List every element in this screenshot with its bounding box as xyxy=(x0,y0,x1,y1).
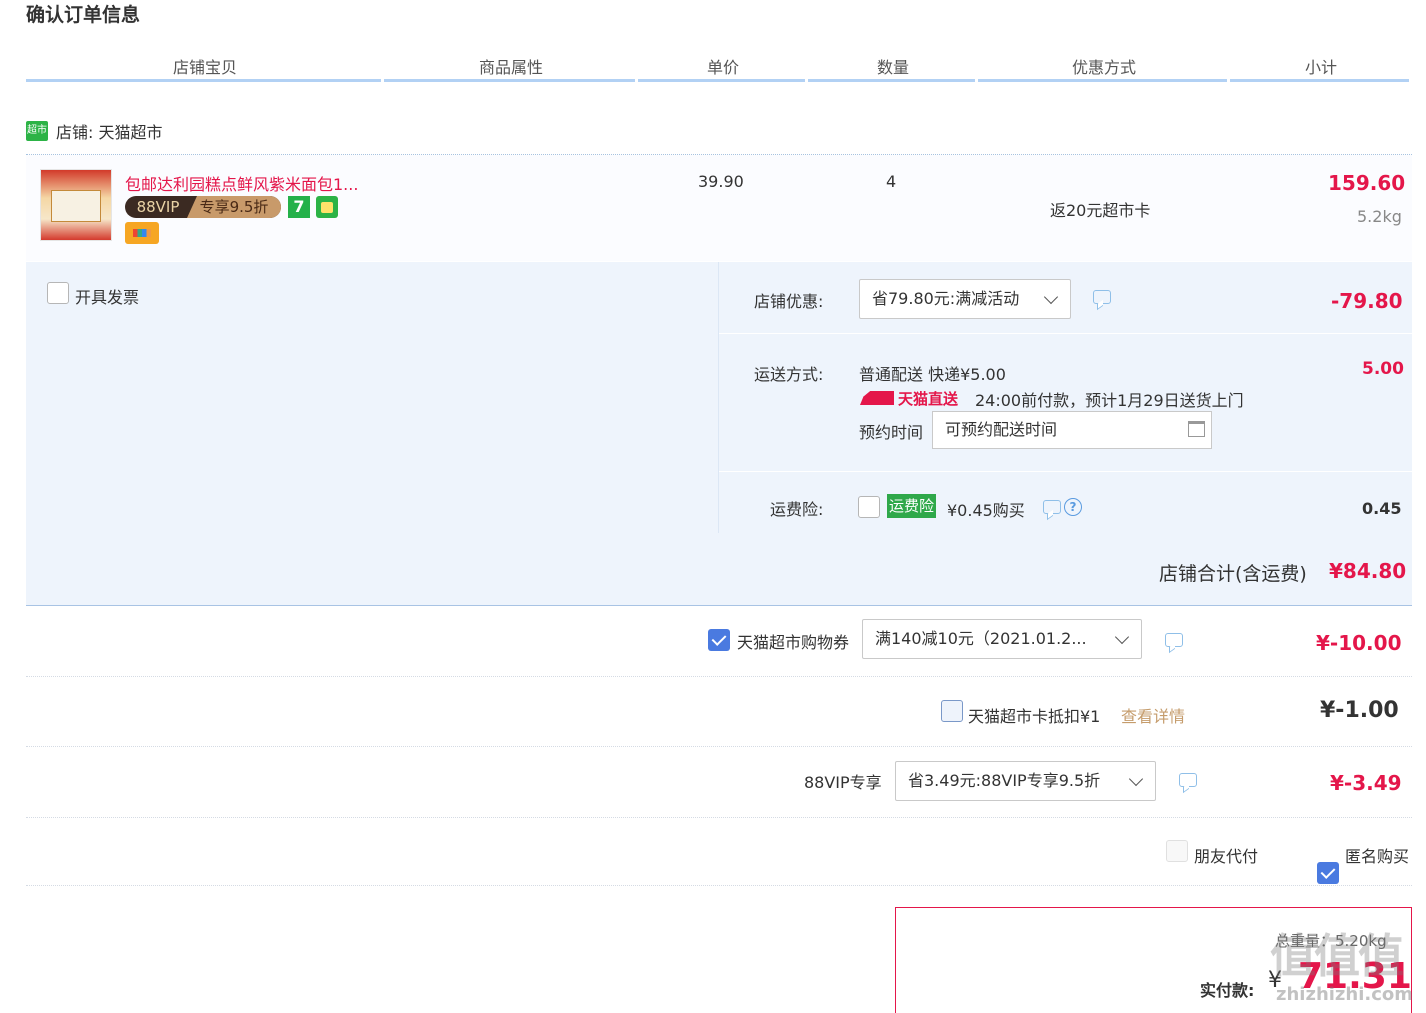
help-icon[interactable]: ? xyxy=(1064,498,1082,516)
watermark: 值值值 xyxy=(1270,929,1404,983)
shop-total-amount: ¥84.80 xyxy=(1329,559,1407,583)
column-header-discount: 优惠方式 xyxy=(978,54,1230,82)
seven-day-return-icon: 7 xyxy=(288,196,310,218)
shipping-insurance-amount: 0.45 xyxy=(1362,499,1402,518)
shipping-method: 普通配送 快递¥5.00 xyxy=(859,365,1006,384)
market-card-checkbox[interactable] xyxy=(941,700,963,722)
divider xyxy=(26,676,1412,677)
shipping-insurance-checkbox[interactable] xyxy=(858,496,880,518)
shop-header: 超市 店铺: 天猫超市 xyxy=(26,118,162,144)
vip-discount-select[interactable]: 省3.49元:88VIP专享9.5折 xyxy=(895,761,1156,801)
delivery-truck-icon xyxy=(860,391,894,405)
item-title-link[interactable]: 包邮达利园糕点鲜风紫米面包1... xyxy=(125,171,358,195)
message-icon[interactable] xyxy=(1093,290,1111,304)
coupon-amount: ¥-10.00 xyxy=(1316,631,1402,655)
card-payment-icon xyxy=(125,222,159,244)
friend-pay-label: 朋友代付 xyxy=(1194,847,1259,866)
invoice-checkbox[interactable] xyxy=(47,282,69,304)
divider xyxy=(26,885,1412,886)
anonymous-purchase-label: 匿名购买 xyxy=(1345,847,1410,866)
store-discount-label: 店铺优惠: xyxy=(754,292,824,311)
chevron-down-icon xyxy=(1114,629,1130,645)
invoice-label: 开具发票 xyxy=(75,288,140,307)
anonymous-purchase-checkbox[interactable] xyxy=(1317,862,1339,884)
coupon-checkbox[interactable] xyxy=(708,629,730,651)
page-title: 确认订单信息 xyxy=(26,4,141,26)
shopping-bag-icon xyxy=(316,196,338,218)
item-unit-price: 39.90 xyxy=(698,172,744,191)
item-promotion: 返20元超市卡 xyxy=(1050,201,1151,220)
coupon-select[interactable]: 满140减10元（2021.01.2... xyxy=(862,619,1142,659)
friend-pay-checkbox[interactable] xyxy=(1166,840,1188,862)
divider xyxy=(26,817,1412,818)
tmall-direct-delivery-badge: 天猫直送 xyxy=(860,389,958,408)
message-icon[interactable] xyxy=(1179,773,1197,787)
column-header-unit-price: 单价 xyxy=(638,54,808,82)
divider xyxy=(26,746,1412,747)
column-header-shop-item: 店铺宝贝 xyxy=(26,54,384,82)
shipping-label: 运送方式: xyxy=(754,365,824,384)
shipping-insurance-label: 运费险: xyxy=(770,500,824,519)
calendar-icon[interactable] xyxy=(1188,421,1205,437)
divider xyxy=(719,471,1413,472)
shipping-insurance-tag: 运费险 xyxy=(887,494,937,518)
vip-discount-badge: 88VIP 专享9.5折 xyxy=(125,196,281,218)
item-thumbnail[interactable] xyxy=(40,169,112,241)
column-header-attributes: 商品属性 xyxy=(384,54,638,82)
shipping-amount: 5.00 xyxy=(1362,359,1404,379)
divider xyxy=(719,333,1413,334)
item-weight: 5.2kg xyxy=(1357,207,1402,226)
store-discount-amount: -79.80 xyxy=(1331,289,1403,313)
coupon-label: 天猫超市购物券 xyxy=(737,633,850,652)
column-header-subtotal: 小计 xyxy=(1230,54,1412,82)
actual-payment-label: 实付款: xyxy=(1200,981,1255,1000)
view-details-link[interactable]: 查看详情 xyxy=(1121,703,1185,727)
message-icon[interactable] xyxy=(1043,500,1061,514)
shipping-note: 24:00前付款，预计1月29日送货上门 xyxy=(975,391,1244,410)
vip-label: 88VIP专享 xyxy=(804,773,882,792)
chevron-down-icon xyxy=(1043,289,1059,305)
appointment-label: 预约时间 xyxy=(859,423,924,442)
tmall-supermarket-logo-icon: 超市 xyxy=(26,121,48,141)
appointment-time-input[interactable]: 可预约配送时间 xyxy=(932,411,1212,449)
watermark-url: zhizhizhi.com xyxy=(1276,984,1414,1005)
shipping-insurance-price: ¥0.45购买 xyxy=(947,501,1025,520)
vip-discount-amount: ¥-3.49 xyxy=(1330,771,1402,795)
shop-total-label: 店铺合计(含运费) xyxy=(1159,563,1307,585)
column-header-quantity: 数量 xyxy=(808,54,978,82)
market-card-label: 天猫超市卡抵扣¥1 xyxy=(968,707,1101,726)
item-subtotal: 159.60 xyxy=(1328,171,1406,195)
store-discount-select[interactable]: 省79.80元:满减活动 xyxy=(859,279,1071,319)
item-quantity: 4 xyxy=(886,172,897,191)
message-icon[interactable] xyxy=(1165,633,1183,647)
chevron-down-icon xyxy=(1128,771,1144,787)
market-card-amount: ¥-1.00 xyxy=(1320,698,1399,723)
shop-name[interactable]: 店铺: 天猫超市 xyxy=(56,119,162,143)
